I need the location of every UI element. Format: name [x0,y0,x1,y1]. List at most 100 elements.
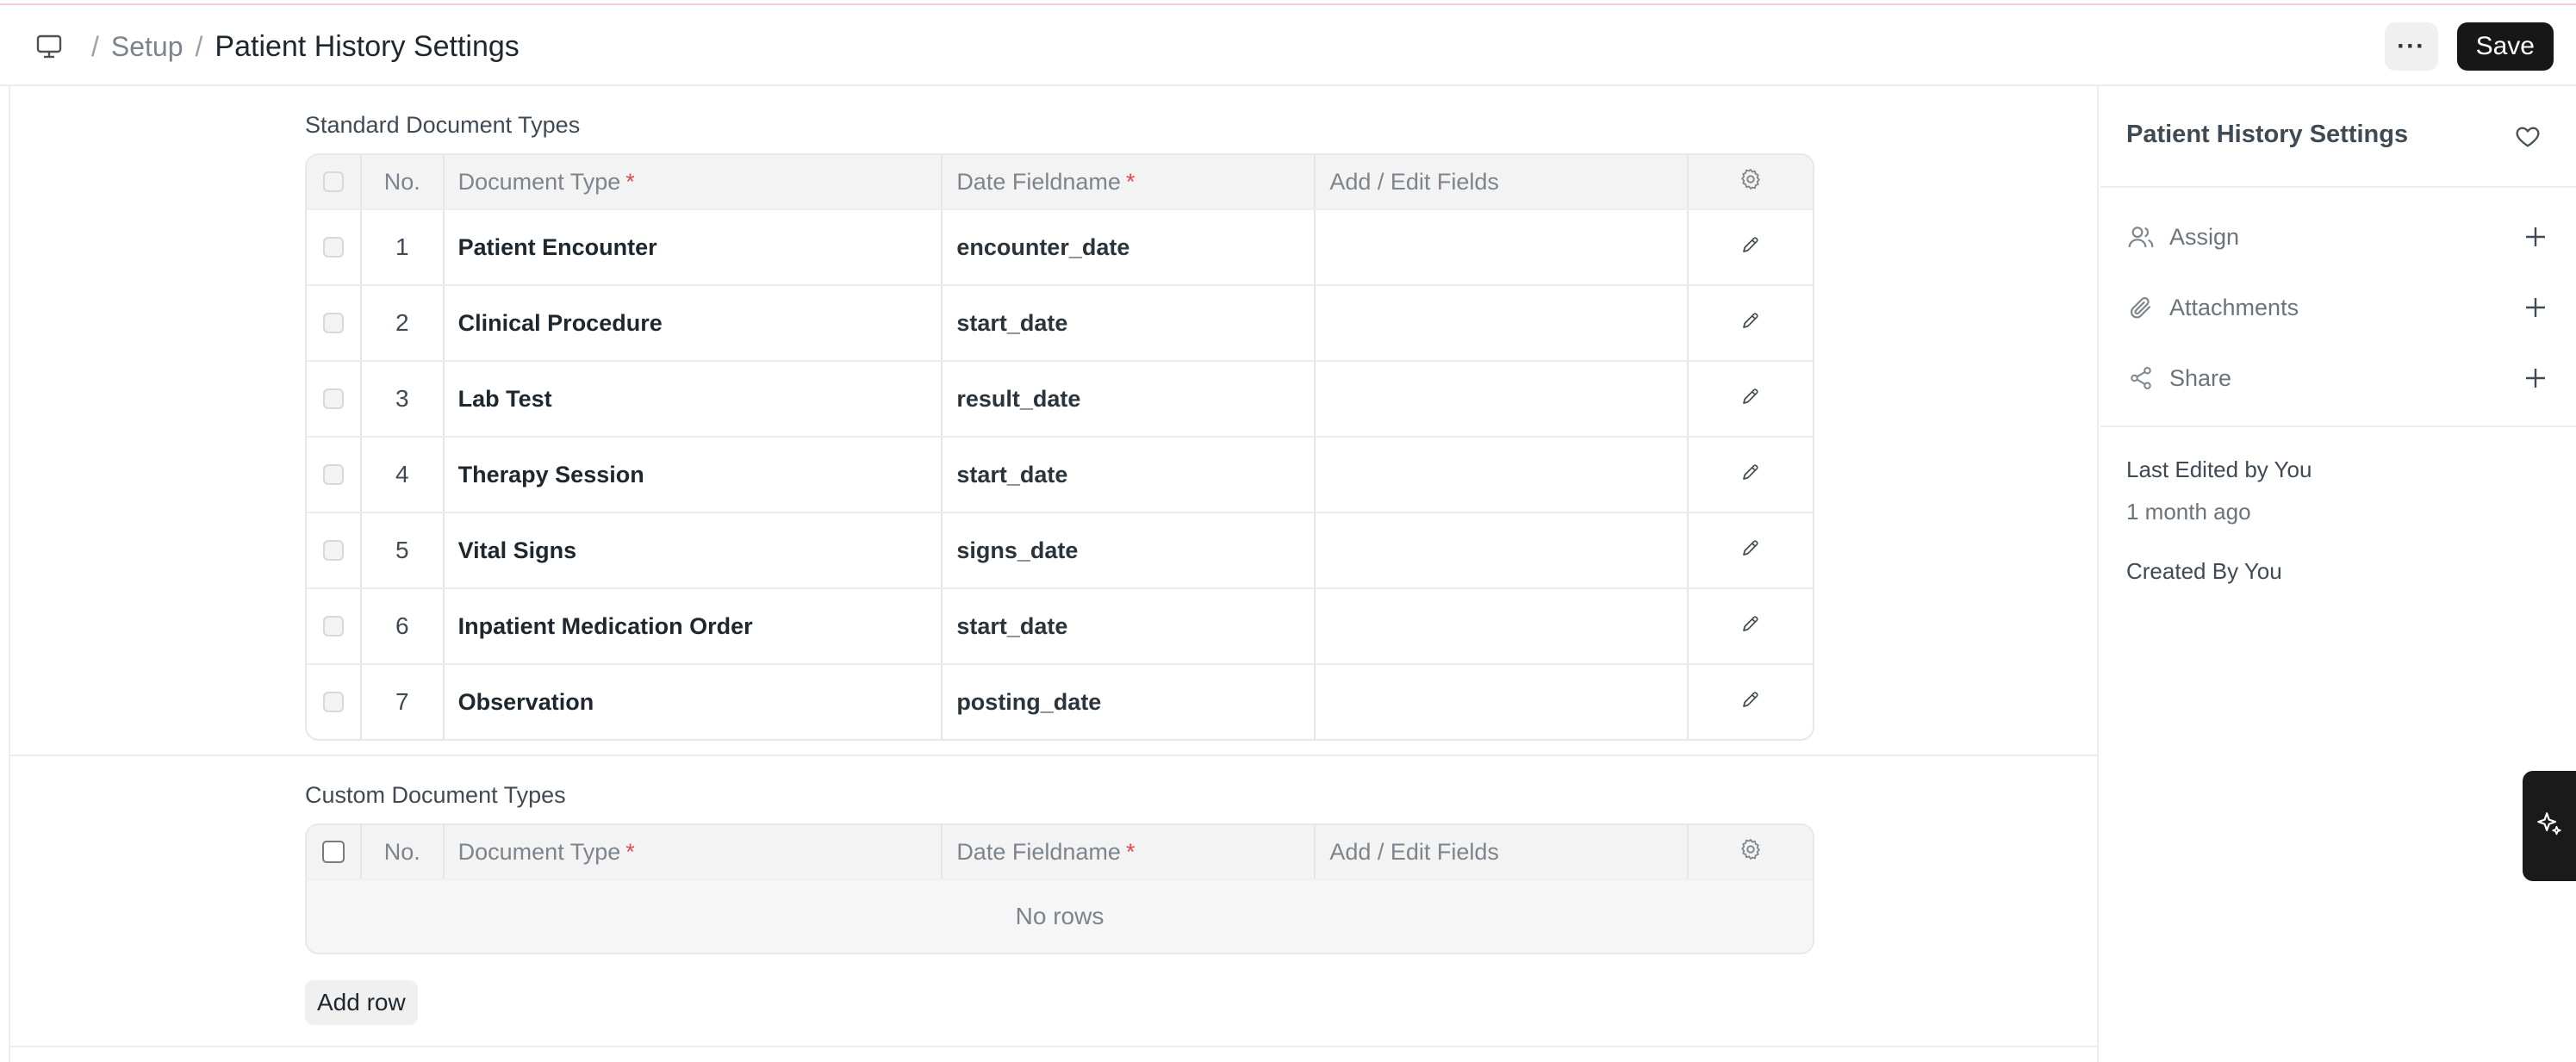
row-checkbox[interactable] [322,388,344,409]
plus-icon[interactable] [2523,365,2548,391]
document-type-cell[interactable]: Lab Test [442,362,942,436]
plus-icon[interactable] [2523,295,2548,320]
document-type-cell[interactable]: Patient Encounter [442,210,942,284]
row-edit-cell[interactable] [1687,665,1813,739]
sidebar-item-share[interactable]: Share [2126,359,2548,397]
share-icon [2126,363,2156,393]
select-all-cell[interactable] [307,155,360,208]
add-edit-fields-cell[interactable] [1314,513,1687,587]
breadcrumb-setup[interactable]: Setup [111,31,184,63]
pencil-icon[interactable] [1740,386,1761,413]
row-checkbox[interactable] [322,540,344,561]
gear-icon[interactable] [1739,837,1763,867]
section-divider [10,755,2097,756]
row-select-cell[interactable] [307,513,360,587]
page-title: Patient History Settings [215,29,520,63]
table-row[interactable]: 3 Lab Test result_date [307,360,1813,436]
column-date-fieldname: Date Fieldname * [941,825,1314,879]
date-fieldname-cell[interactable]: signs_date [941,513,1314,587]
date-fieldname-cell[interactable]: result_date [941,362,1314,436]
column-add-edit-fields: Add / Edit Fields [1314,155,1687,208]
select-all-checkbox[interactable] [321,841,345,863]
more-actions-button[interactable]: ··· [2384,22,2438,71]
add-edit-fields-cell[interactable] [1314,438,1687,512]
row-edit-cell[interactable] [1687,210,1813,284]
row-select-cell[interactable] [307,362,360,436]
sidebar-item-assign[interactable]: Assign [2126,218,2548,256]
table-row[interactable]: 6 Inpatient Medication Order start_date [307,587,1813,663]
pencil-icon[interactable] [1740,537,1761,564]
document-type-cell[interactable]: Inpatient Medication Order [442,589,942,663]
row-edit-cell[interactable] [1687,513,1813,587]
select-all-checkbox[interactable] [322,171,344,192]
pencil-icon[interactable] [1740,234,1761,261]
pencil-icon[interactable] [1740,689,1761,716]
row-edit-cell[interactable] [1687,589,1813,663]
row-checkbox[interactable] [322,616,344,637]
add-row-button[interactable]: Add row [305,980,418,1025]
pencil-icon[interactable] [1740,462,1761,488]
date-fieldname-cell[interactable]: start_date [941,589,1314,663]
table-row[interactable]: 2 Clinical Procedure start_date [307,284,1813,360]
table-row[interactable]: 5 Vital Signs signs_date [307,512,1813,587]
column-settings[interactable] [1687,155,1813,208]
date-fieldname-cell[interactable]: start_date [941,438,1314,512]
add-edit-fields-cell[interactable] [1314,286,1687,360]
column-label: Document Type [457,168,621,195]
row-select-cell[interactable] [307,665,360,739]
sidebar-divider [2100,425,2576,427]
table-body: 1 Patient Encounter encounter_date 2 Clinica… [307,208,1813,739]
top-accent-bar [0,0,2576,5]
select-all-cell[interactable] [307,825,360,879]
pencil-icon[interactable] [1740,613,1761,640]
row-select-cell[interactable] [307,210,360,284]
table-row[interactable]: 7 Observation posting_date [307,663,1813,739]
row-checkbox[interactable] [322,313,344,333]
sidebar-item-attachments[interactable]: Attachments [2126,289,2548,326]
pencil-icon[interactable] [1740,310,1761,337]
document-type-cell[interactable]: Therapy Session [442,438,942,512]
sparkle-icon [2535,810,2564,843]
row-number: 3 [359,362,443,436]
sidebar-divider [2100,186,2576,188]
row-edit-cell[interactable] [1687,362,1813,436]
row-select-cell[interactable] [307,589,360,663]
paperclip-icon [2126,293,2156,322]
ai-assistant-button[interactable] [2523,771,2576,881]
table-row[interactable]: 4 Therapy Session start_date [307,436,1813,512]
row-edit-cell[interactable] [1687,438,1813,512]
add-edit-fields-cell[interactable] [1314,362,1687,436]
row-number: 1 [359,210,443,284]
document-type-cell[interactable]: Clinical Procedure [442,286,942,360]
table-header: No. Document Type * Date Fieldname * Add /… [307,825,1813,879]
gear-icon[interactable] [1739,167,1763,197]
row-select-cell[interactable] [307,286,360,360]
date-fieldname-cell[interactable]: start_date [941,286,1314,360]
created-by[interactable]: Created By You [2126,558,2282,585]
row-number: 6 [359,589,443,663]
heart-icon[interactable] [2514,122,2542,150]
column-add-edit-fields: Add / Edit Fields [1314,825,1687,879]
last-edited-by[interactable]: Last Edited by You [2126,456,2312,483]
row-select-cell[interactable] [307,438,360,512]
document-type-cell[interactable]: Vital Signs [442,513,942,587]
date-fieldname-cell[interactable]: posting_date [941,665,1314,739]
empty-state: No rows [307,879,1813,953]
plus-icon[interactable] [2523,224,2548,250]
save-button[interactable]: Save [2456,22,2554,71]
column-settings[interactable] [1687,825,1813,879]
row-edit-cell[interactable] [1687,286,1813,360]
date-fieldname-cell[interactable]: encounter_date [941,210,1314,284]
add-edit-fields-cell[interactable] [1314,665,1687,739]
desktop-icon[interactable] [34,32,64,61]
sidebar-title: Patient History Settings [2126,121,2409,148]
row-checkbox[interactable] [322,464,344,485]
row-checkbox[interactable] [322,692,344,712]
table-row[interactable]: 1 Patient Encounter encounter_date [307,208,1813,284]
standard-doc-types-table: No. Document Type * Date Fieldname * Add /… [305,153,1814,741]
column-document-type: Document Type * [442,825,942,879]
document-type-cell[interactable]: Observation [442,665,942,739]
row-checkbox[interactable] [322,237,344,258]
add-edit-fields-cell[interactable] [1314,210,1687,284]
add-edit-fields-cell[interactable] [1314,589,1687,663]
